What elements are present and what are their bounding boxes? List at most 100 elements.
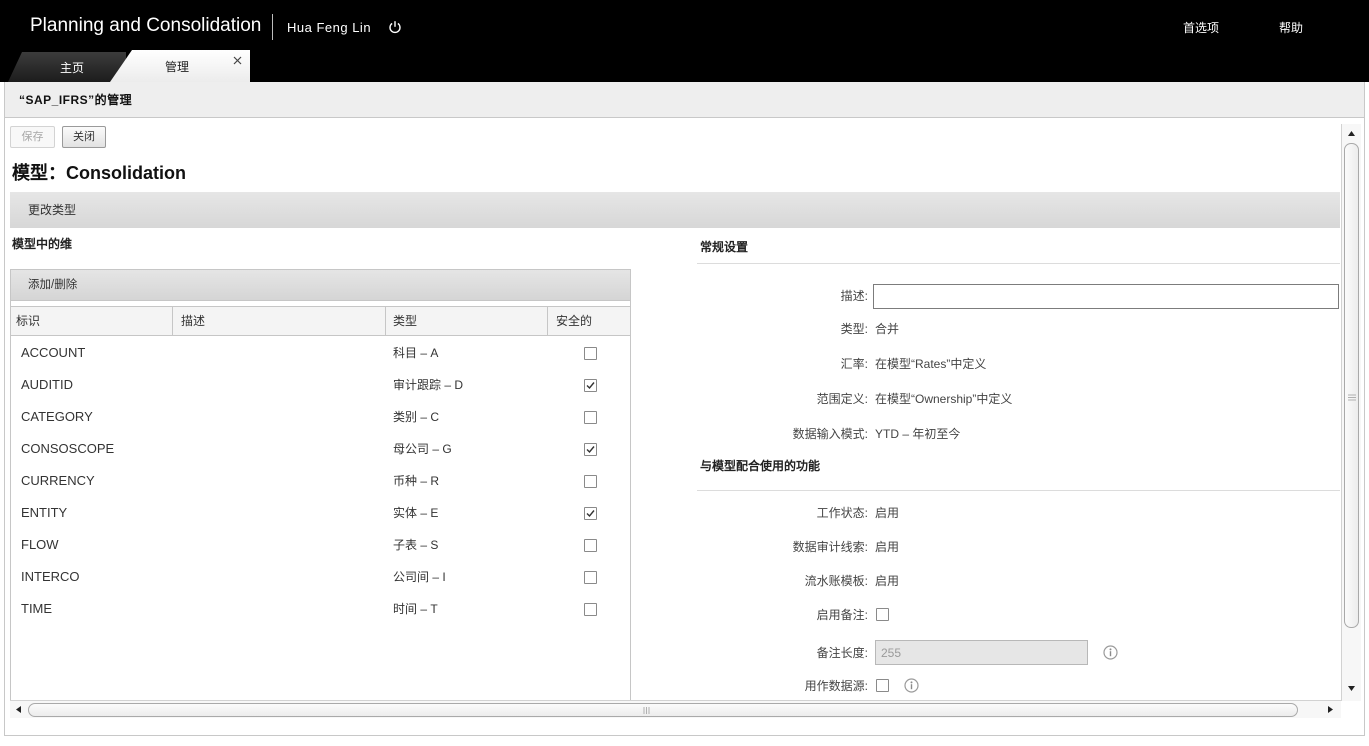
close-icon[interactable] (233, 56, 242, 65)
data-audit-row: 数据审计线索: 启用 (700, 538, 1340, 556)
dimension-id: TIME (21, 601, 53, 616)
close-button[interactable]: 关闭 (62, 126, 106, 148)
dimension-id: ENTITY (21, 505, 68, 520)
secure-checkbox[interactable] (584, 539, 597, 552)
table-row[interactable]: ENTITY 实体 – E (11, 497, 630, 529)
header-separator (272, 14, 273, 40)
scroll-up-arrow-icon[interactable] (1347, 129, 1356, 138)
secure-checkbox[interactable] (584, 347, 597, 360)
secure-checkbox[interactable] (584, 475, 597, 488)
dimension-id: CATEGORY (21, 409, 93, 424)
change-type-label[interactable]: 更改类型 (28, 192, 76, 228)
scroll-left-arrow-icon[interactable] (14, 705, 23, 714)
dimension-type: 类别 – C (393, 410, 440, 424)
data-audit-label: 数据审计线索: (792, 540, 868, 554)
comment-length-row: 备注长度: (700, 640, 1340, 665)
page-title: 模型：Consolidation (12, 163, 186, 183)
add-remove-label[interactable]: 添加/删除 (28, 270, 77, 301)
secure-checkbox[interactable] (584, 603, 597, 616)
dimension-id: AUDITID (21, 377, 73, 392)
tab-home[interactable]: 主页 (8, 52, 126, 82)
dimension-id: CONSOSCOPE (21, 441, 115, 456)
dimensions-panel: 添加/删除 标识 描述 类型 安全的 ACCOUNT 科目 – A AUDITI… (10, 269, 631, 700)
work-status-label: 工作状态: (816, 506, 868, 520)
table-row[interactable]: INTERCO 公司间 – I (11, 561, 630, 593)
dimensions-section-title: 模型中的维 (12, 237, 73, 251)
secure-checkbox[interactable] (584, 507, 597, 520)
column-header-description[interactable]: 描述 (173, 307, 386, 335)
table-row[interactable]: AUDITID 审计跟踪 – D (11, 369, 630, 401)
comment-length-input[interactable] (875, 640, 1088, 665)
rate-label: 汇率: (840, 357, 868, 371)
table-row[interactable]: FLOW 子表 – S (11, 529, 630, 561)
dimension-type: 母公司 – G (393, 442, 452, 456)
data-entry-mode-row: 数据输入模式: YTD – 年初至今 (700, 425, 1340, 443)
power-icon[interactable] (388, 20, 402, 34)
secure-checkbox[interactable] (584, 411, 597, 424)
info-icon[interactable] (904, 678, 919, 693)
app-title: Planning and Consolidation (30, 15, 262, 36)
comment-length-label: 备注长度: (816, 646, 868, 660)
table-row[interactable]: CATEGORY 类别 – C (11, 401, 630, 433)
description-row: 描述: (700, 284, 1340, 309)
dimension-type: 时间 – T (393, 602, 438, 616)
journal-template-label: 流水账模板: (804, 574, 868, 588)
dimension-type: 公司间 – I (393, 570, 446, 584)
table-body: ACCOUNT 科目 – A AUDITID 审计跟踪 – D CATEGORY… (11, 337, 630, 625)
vertical-scroll-thumb[interactable] (1344, 143, 1359, 628)
secure-checkbox[interactable] (584, 571, 597, 584)
dimension-id: ACCOUNT (21, 345, 86, 360)
horizontal-scrollbar[interactable] (10, 700, 1341, 718)
journal-template-row: 流水账模板: 启用 (700, 572, 1340, 590)
data-entry-mode-value: YTD – 年初至今 (875, 427, 961, 441)
type-row: 类型: 合并 (700, 320, 1340, 338)
column-header-type[interactable]: 类型 (386, 307, 548, 335)
secure-checkbox[interactable] (584, 379, 597, 392)
change-type-bar[interactable]: 更改类型 (10, 192, 1340, 228)
secure-checkbox[interactable] (584, 443, 597, 456)
dimension-type: 子表 – S (393, 538, 439, 552)
preferences-link[interactable]: 首选项 (1183, 20, 1219, 36)
dimension-id: FLOW (21, 537, 59, 552)
user-name: Hua Feng Lin (287, 20, 372, 35)
breadcrumb: “SAP_IFRS”的管理 (4, 82, 1365, 118)
rate-row: 汇率: 在模型“Rates”中定义 (700, 355, 1340, 373)
scrollbar-grip (643, 707, 650, 714)
column-header-id[interactable]: 标识 (11, 307, 173, 335)
table-row[interactable]: CONSOSCOPE 母公司 – G (11, 433, 630, 465)
work-status-value: 启用 (875, 506, 900, 520)
rate-value: 在模型“Rates”中定义 (875, 357, 987, 371)
tab-label: 管理 (165, 60, 190, 74)
use-as-source-checkbox[interactable] (876, 679, 889, 692)
table-row[interactable]: ACCOUNT 科目 – A (11, 337, 630, 369)
help-link[interactable]: 帮助 (1279, 20, 1303, 36)
tab-admin[interactable]: 管理 (110, 50, 250, 82)
scope-label: 范围定义: (816, 392, 868, 406)
info-icon[interactable] (1103, 645, 1118, 660)
dimension-type: 币种 – R (393, 474, 440, 488)
add-remove-button[interactable]: 添加/删除 (11, 270, 630, 301)
column-header-secure[interactable]: 安全的 (548, 307, 630, 335)
type-value: 合并 (875, 322, 900, 336)
scrollbar-grip (1348, 394, 1356, 401)
enable-comments-row: 启用备注: (700, 606, 1340, 624)
work-status-row: 工作状态: 启用 (700, 504, 1340, 522)
journal-template-value: 启用 (875, 574, 900, 588)
enable-comments-checkbox[interactable] (876, 608, 889, 621)
scroll-down-arrow-icon[interactable] (1347, 684, 1356, 693)
description-label: 描述: (840, 289, 868, 303)
table-row[interactable]: CURRENCY 币种 – R (11, 465, 630, 497)
breadcrumb-text: “SAP_IFRS”的管理 (19, 93, 133, 107)
vertical-scrollbar[interactable] (1341, 124, 1361, 701)
scroll-right-arrow-icon[interactable] (1326, 705, 1335, 714)
data-audit-value: 启用 (875, 540, 900, 554)
save-button[interactable]: 保存 (10, 126, 55, 148)
scope-value: 在模型“Ownership”中定义 (875, 392, 1013, 406)
table-row[interactable]: TIME 时间 – T (11, 593, 630, 625)
horizontal-scroll-thumb[interactable] (28, 703, 1298, 717)
general-settings-title: 常规设置 (700, 240, 749, 254)
description-input[interactable] (873, 284, 1339, 309)
divider (697, 263, 1340, 264)
use-as-source-row: 用作数据源: (700, 677, 1340, 695)
dimension-id: INTERCO (21, 569, 80, 584)
